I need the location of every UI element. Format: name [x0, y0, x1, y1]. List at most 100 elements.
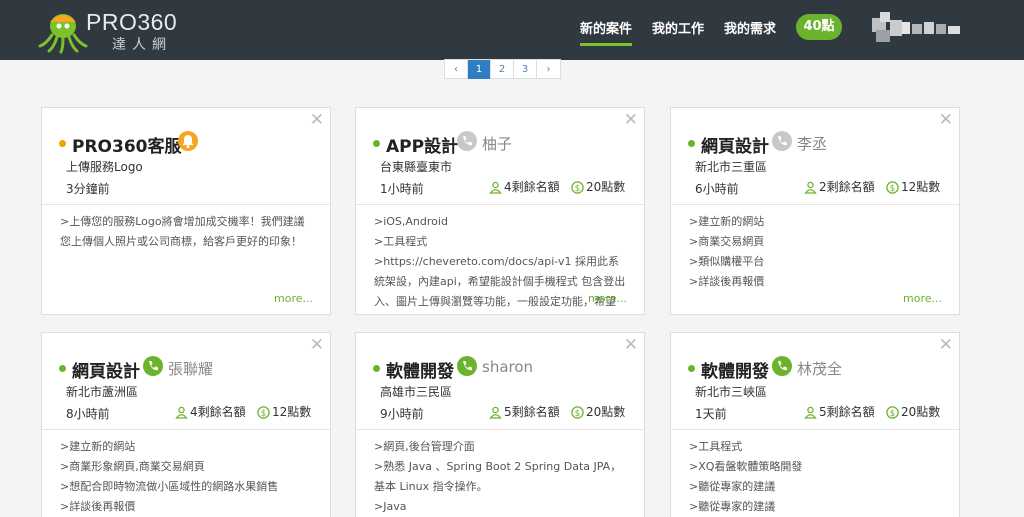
case-title: 網頁設計 — [701, 137, 769, 157]
case-detail-line: >Java — [374, 500, 407, 513]
nav-my-jobs[interactable]: 我的工作 — [652, 18, 704, 37]
remaining-slots: 5剩餘名額 — [489, 403, 560, 420]
case-detail-line: >iOS,Android — [374, 215, 448, 228]
points-required-text: 20點數 — [586, 405, 626, 419]
contact-name: 林茂全 — [797, 360, 843, 378]
remaining-slots-text: 5剩餘名額 — [504, 405, 560, 419]
svg-text:$: $ — [890, 409, 895, 419]
points-required-text: 20點數 — [586, 180, 626, 194]
case-detail-line: >想配合即時物流做小區域性的網路水果銷售 — [60, 480, 279, 493]
phone-icon — [772, 131, 792, 151]
points-required: $12點數 — [257, 403, 311, 420]
top-navigation-bar: PRO360 達人網 新的案件 我的工作 我的需求 40點 — [0, 0, 1024, 60]
case-time: 8小時前 — [66, 407, 110, 421]
case-card[interactable]: ✕ 網頁設計 張聯耀 新北市蘆洲區 8小時前 4剩餘名額 $12點數 >建立新的… — [41, 332, 331, 517]
person-icon — [804, 406, 817, 419]
status-dot — [688, 365, 695, 372]
dollar-icon: $ — [571, 406, 584, 419]
remaining-slots: 4剩餘名額 — [175, 403, 246, 420]
more-link[interactable]: more... — [903, 292, 942, 305]
case-title: PRO360客服 — [72, 137, 182, 157]
person-icon — [489, 181, 502, 194]
contact-name: 張聯耀 — [168, 360, 214, 378]
page-2-button[interactable]: 2 — [491, 60, 514, 79]
svg-text:$: $ — [890, 184, 895, 194]
page-prev-button[interactable]: ‹ — [445, 60, 468, 79]
remaining-slots: 4剩餘名額 — [489, 178, 560, 195]
case-detail-line: >聽從專家的建議 — [689, 500, 776, 513]
case-detail-line: >商業交易網頁 — [689, 235, 765, 248]
phone-icon — [457, 356, 477, 376]
more-link[interactable]: more... — [274, 292, 313, 305]
remaining-slots-text: 4剩餘名額 — [190, 405, 246, 419]
case-detail-line: >建立新的網站 — [60, 440, 136, 453]
page-1-button[interactable]: 1 — [468, 60, 491, 79]
case-detail-line: >工具程式 — [689, 440, 743, 453]
points-required-text: 12點數 — [272, 405, 312, 419]
status-dot — [59, 365, 66, 372]
case-detail-line: >工具程式 — [374, 235, 428, 248]
case-title: 軟體開發 — [701, 362, 769, 382]
case-time: 1小時前 — [380, 182, 424, 196]
points-required-text: 12點數 — [901, 180, 941, 194]
svg-text:$: $ — [261, 409, 266, 419]
phone-icon — [457, 131, 477, 151]
points-required-text: 20點數 — [901, 405, 941, 419]
contact-name: 李丞 — [797, 135, 828, 153]
case-location: 新北市三峽區 — [695, 385, 768, 399]
points-required: $12點數 — [886, 178, 940, 195]
case-location: 高雄市三民區 — [380, 385, 453, 399]
bell-icon — [178, 131, 198, 151]
nav-my-requests[interactable]: 我的需求 — [724, 18, 776, 37]
logo-subtitle: 達人網 — [112, 37, 172, 53]
points-required: $20點數 — [886, 403, 940, 420]
status-dot — [688, 140, 695, 147]
case-card[interactable]: ✕ 軟體開發 sharon 高雄市三民區 9小時前 5剩餘名額 $20點數 >網… — [355, 332, 645, 517]
case-time: 6小時前 — [695, 182, 739, 196]
case-location: 新北市三重區 — [695, 160, 768, 174]
case-detail-line: >上傳您的服務Logo將會增加成交機率！我們建議您上傳個人照片或公司商標，給客戶… — [60, 215, 305, 248]
logo-text[interactable]: PRO360 — [86, 9, 177, 36]
case-detail-line: >熟悉 Java 、Spring Boot 2 Spring Data JPA，… — [374, 460, 622, 493]
phone-icon — [143, 356, 163, 376]
dollar-icon: $ — [886, 181, 899, 194]
case-time: 9小時前 — [380, 407, 424, 421]
case-detail-line: >聽從專家的建議 — [689, 480, 776, 493]
status-dot — [59, 140, 66, 147]
case-location: 新北市蘆洲區 — [66, 385, 139, 399]
dollar-icon: $ — [571, 181, 584, 194]
points-badge[interactable]: 40點 — [796, 14, 842, 40]
case-description: >工具程式 >XQ看盤軟體策略開發 >聽從專家的建議 >聽從專家的建議 — [671, 430, 959, 517]
case-description: >網頁,後台管理介面 >熟悉 Java 、Spring Boot 2 Sprin… — [356, 430, 644, 517]
blurred-user-avatar[interactable] — [872, 12, 962, 46]
page-3-button[interactable]: 3 — [514, 60, 537, 79]
status-dot — [373, 365, 380, 372]
case-card[interactable]: ✕ 軟體開發 林茂全 新北市三峽區 1天前 5剩餘名額 $20點數 >工具程式 … — [670, 332, 960, 517]
case-detail-line: >類似購權平台 — [689, 255, 765, 268]
page-next-button[interactable]: › — [537, 60, 560, 79]
dollar-icon: $ — [257, 406, 270, 419]
case-title: APP設計 — [386, 137, 459, 157]
more-link[interactable]: more... — [588, 292, 627, 305]
case-title: 網頁設計 — [72, 362, 140, 382]
case-time: 3分鐘前 — [66, 182, 110, 196]
case-card[interactable]: ✕ 網頁設計 李丞 新北市三重區 6小時前 2剩餘名額 $12點數 >建立新的網… — [670, 107, 960, 315]
remaining-slots: 5剩餘名額 — [804, 403, 875, 420]
case-description: >上傳您的服務Logo將會增加成交機率！我們建議您上傳個人照片或公司商標，給客戶… — [42, 205, 330, 252]
remaining-slots-text: 2剩餘名額 — [819, 180, 875, 194]
nav-new-cases[interactable]: 新的案件 — [580, 18, 633, 46]
case-time: 1天前 — [695, 407, 727, 421]
case-description: >建立新的網站 >商業交易網頁 >類似購權平台 >詳談後再報價 — [671, 205, 959, 292]
case-card[interactable]: ✕ APP設計 柚子 台東縣臺東市 1小時前 4剩餘名額 $20點數 >iOS,… — [355, 107, 645, 315]
phone-icon — [772, 356, 792, 376]
status-dot — [373, 140, 380, 147]
case-detail-line: >XQ看盤軟體策略開發 — [689, 460, 803, 473]
points-required: $20點數 — [571, 403, 625, 420]
case-location: 台東縣臺東市 — [380, 160, 453, 174]
dollar-icon: $ — [886, 406, 899, 419]
svg-text:$: $ — [575, 184, 580, 194]
case-detail-line: >建立新的網站 — [689, 215, 765, 228]
remaining-slots-text: 5剩餘名額 — [819, 405, 875, 419]
case-detail-line: >商業形象網頁,商業交易網頁 — [60, 460, 205, 473]
case-card[interactable]: ✕ PRO360客服 上傳服務Logo 3分鐘前 >上傳您的服務Logo將會增加… — [41, 107, 331, 315]
